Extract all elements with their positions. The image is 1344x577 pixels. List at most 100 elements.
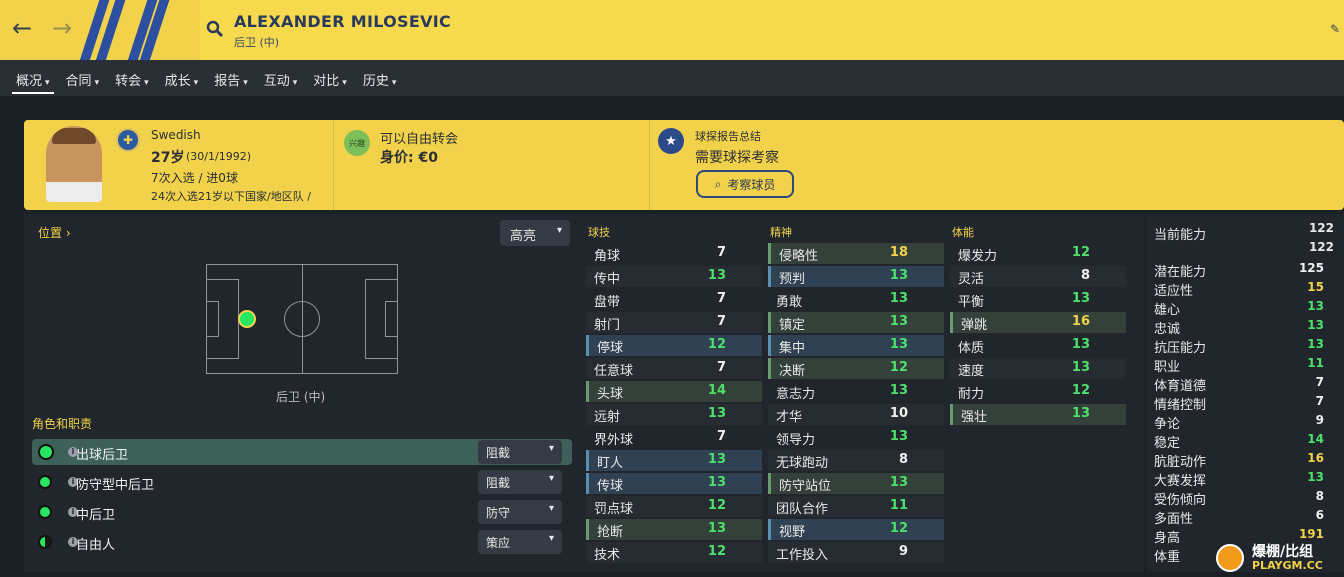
attribute-row: 体质 13 (950, 335, 1126, 356)
attribute-value: 13 (707, 521, 726, 536)
hidden-attribute-name: 体育道德 (1154, 379, 1207, 394)
role-row[interactable]: i 中后卫 防守 ▾ (32, 499, 572, 525)
attribute-value: 13 (1071, 337, 1090, 352)
attribute-name: 速度 (958, 364, 985, 379)
player-avatar (46, 126, 102, 202)
chevron-down-icon: ▾ (193, 78, 199, 88)
attribute-row: 团队合作 11 (768, 496, 944, 517)
menu-overview[interactable]: 概况 ▾ (8, 60, 58, 96)
attribute-row: 侵略性 18 (768, 243, 944, 264)
attribute-name: 任意球 (594, 364, 634, 379)
attribute-name: 集中 (779, 341, 806, 356)
hidden-attribute-name: 肮脏动作 (1154, 455, 1207, 470)
player-position: 后卫 (中) (234, 36, 280, 49)
position-marker (238, 310, 256, 328)
attribute-value: 13 (889, 337, 908, 352)
attribute-row: 射门 7 (586, 312, 762, 333)
role-row[interactable]: i 出球后卫 阻截 ▾ (32, 439, 572, 465)
hidden-attribute-row: 适应性 15 (1154, 280, 1334, 299)
menu-reports[interactable]: 报告 ▾ (206, 60, 256, 96)
profile-card: ✚ Swedish 27岁 (30/1/1992) 7次入选 / 进0球 24次… (24, 120, 1344, 210)
search-icon[interactable] (206, 20, 224, 43)
attribute-row: 视野 12 (768, 519, 944, 540)
hidden-attribute-row: 职业 11 (1154, 356, 1334, 375)
hidden-attribute-row: 受伤倾向 8 (1154, 489, 1334, 508)
hidden-attribute-value: 9 (1315, 413, 1324, 427)
position-panel: 位置 › 高亮 ▾ 后卫 (中) 角色和职责 i 出球后卫 阻截 ▾ i 防守型中后… (24, 214, 580, 572)
hidden-attribute-name: 抗压能力 (1154, 341, 1207, 356)
chevron-down-icon: ▾ (556, 225, 562, 236)
role-rating-icon (38, 444, 54, 460)
attribute-name: 意志力 (776, 387, 816, 402)
attribute-value: 13 (889, 429, 908, 444)
role-row[interactable]: i 防守型中后卫 阻截 ▾ (32, 469, 572, 495)
duty-dropdown[interactable]: 阻截 ▾ (478, 470, 562, 494)
chevron-down-icon: ▾ (548, 533, 554, 544)
duty-dropdown[interactable]: 阻截 ▾ (478, 440, 562, 464)
attribute-row: 速度 13 (950, 358, 1126, 379)
menu-contract[interactable]: 合同 ▾ (58, 60, 108, 96)
hidden-attribute-name: 职业 (1154, 360, 1181, 375)
chevron-down-icon: ▾ (342, 78, 347, 88)
attribute-name: 强壮 (961, 410, 988, 425)
player-value: 身价: €0 (380, 150, 438, 166)
attribute-value: 9 (898, 544, 908, 559)
attribute-name: 耐力 (958, 387, 985, 402)
scout-player-button[interactable]: ⌕ 考察球员 (696, 170, 794, 198)
attribute-row: 传球 13 (586, 473, 762, 494)
current-ability-label: 当前能力 (1154, 228, 1207, 243)
attribute-row: 盘带 7 (586, 289, 762, 310)
attribute-name: 停球 (597, 341, 624, 356)
attribute-row: 意志力 13 (768, 381, 944, 402)
attributes-panel: 球技 精神 体能 角球 7 传中 13 盘带 7 射门 7 停球 12 任意球 7 头球 14 远射 13 界外… (580, 214, 1144, 572)
pencil-icon[interactable]: ✎ (1330, 22, 1340, 36)
role-rating-icon (38, 475, 52, 489)
attribute-value: 8 (1080, 268, 1090, 283)
attribute-name: 远射 (594, 410, 621, 425)
caps: 7次入选 / 进0球 (151, 171, 238, 185)
site-watermark: 爆棚/比组 PLAYGM.CC (1212, 540, 1344, 577)
attribute-name: 无球跑动 (776, 456, 829, 471)
hidden-attribute-value: 6 (1315, 508, 1324, 522)
attribute-row: 远射 13 (586, 404, 762, 425)
attribute-name: 预判 (779, 272, 806, 287)
back-arrow-icon[interactable]: ← (12, 16, 32, 40)
attribute-name: 侵略性 (779, 249, 819, 264)
duty-dropdown[interactable]: 防守 ▾ (478, 500, 562, 524)
menu-transfer[interactable]: 转会 ▾ (107, 60, 157, 96)
attribute-name: 工作投入 (776, 548, 829, 563)
role-row[interactable]: i 自由人 策应 ▾ (32, 529, 572, 555)
menu-compare[interactable]: 对比 ▾ (305, 60, 355, 96)
attribute-row: 镇定 13 (768, 312, 944, 333)
attribute-value: 13 (889, 383, 908, 398)
hidden-attribute-row: 大赛发挥 13 (1154, 470, 1334, 489)
menu-interaction[interactable]: 互动 ▾ (256, 60, 306, 96)
menu-development[interactable]: 成长 ▾ (157, 60, 207, 96)
highlight-dropdown[interactable]: 高亮 ▾ (500, 220, 570, 246)
nationality: Swedish (151, 128, 201, 142)
hidden-attribute-name: 适应性 (1154, 284, 1194, 299)
hidden-attribute-value: 7 (1315, 394, 1324, 408)
youth-caps: 24次入选21岁以下国家/地区队 / (151, 190, 311, 203)
attribute-name: 爆发力 (958, 249, 998, 264)
attribute-row: 抢断 13 (586, 519, 762, 540)
position-link[interactable]: 位置 › (38, 224, 71, 241)
chevron-down-icon: ▾ (292, 78, 298, 88)
forward-arrow-icon[interactable]: → (52, 16, 72, 40)
attribute-value: 12 (707, 337, 726, 352)
position-label: 后卫 (中) (276, 390, 326, 404)
hidden-attributes-panel: 当前能力 122 122 潜在能力 125 适应性 15 雄心 13 忠诚 13 抗压能力 13 职… (1146, 214, 1344, 572)
hidden-attribute-value: 8 (1315, 489, 1324, 503)
attribute-value: 7 (716, 429, 726, 444)
star-icon: ★ (658, 128, 684, 154)
attribute-name: 传中 (594, 272, 621, 287)
menu-history[interactable]: 历史 ▾ (355, 60, 405, 96)
mental-title: 精神 (770, 226, 792, 239)
attribute-row: 界外球 7 (586, 427, 762, 448)
attribute-name: 盯人 (597, 456, 624, 471)
attribute-row: 强壮 13 (950, 404, 1126, 425)
attribute-name: 体质 (958, 341, 985, 356)
attribute-value: 12 (1071, 245, 1090, 260)
attribute-value: 12 (889, 360, 908, 375)
duty-dropdown[interactable]: 策应 ▾ (478, 530, 562, 554)
